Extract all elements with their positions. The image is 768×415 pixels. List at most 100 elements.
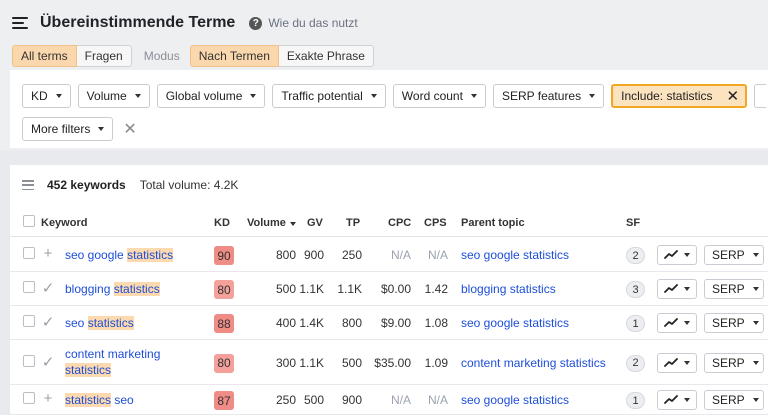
cps-value: N/A: [427, 393, 448, 407]
keyword-text: seo: [65, 316, 88, 330]
serp-dropdown[interactable]: SERP: [704, 245, 764, 265]
serp-features-filter[interactable]: SERP features: [492, 84, 605, 108]
serp-dropdown-label: SERP: [712, 282, 745, 296]
trend-dropdown[interactable]: [657, 390, 697, 410]
kd-badge: 90: [214, 246, 234, 265]
trend-dropdown[interactable]: [657, 245, 697, 265]
tab-exakte-phrase[interactable]: Exakte Phrase: [278, 45, 374, 67]
menu-icon[interactable]: [12, 17, 28, 29]
check-icon[interactable]: ✓: [41, 353, 55, 371]
sf-count-badge[interactable]: 1: [626, 392, 645, 409]
keyword-text: content marketing: [65, 347, 161, 361]
parent-topic-link[interactable]: seo google statistics: [461, 248, 569, 262]
select-all-checkbox[interactable]: [23, 215, 35, 227]
kd-filter[interactable]: KD: [22, 84, 71, 108]
kd-filter-label: KD: [31, 89, 48, 103]
tab-fragen[interactable]: Fragen: [76, 45, 132, 67]
tp-value: 800: [341, 316, 362, 330]
sf-count-badge[interactable]: 1: [626, 315, 645, 332]
close-icon[interactable]: ✕: [726, 87, 739, 105]
parent-topic-link[interactable]: blogging statistics: [461, 282, 556, 296]
chevron-down-icon: [370, 94, 377, 98]
trend-line-icon: [664, 250, 678, 259]
chevron-down-icon: [250, 94, 257, 98]
chevron-down-icon: [752, 398, 759, 402]
terms-toggle: All terms Fragen: [12, 45, 132, 67]
column-cps[interactable]: CPS: [424, 217, 447, 229]
filter-panel: KD Volume Global volume Traffic potentia…: [10, 70, 768, 148]
global-volume-filter-label: Global volume: [165, 89, 243, 103]
parent-topic-link[interactable]: seo google statistics: [461, 393, 569, 407]
column-kd[interactable]: KD: [214, 217, 230, 229]
add-icon[interactable]: +: [41, 390, 55, 407]
trend-dropdown[interactable]: [657, 279, 697, 299]
total-volume: Total volume: 4.2K: [139, 178, 239, 192]
columns-icon[interactable]: [22, 180, 34, 190]
serp-dropdown-label: SERP: [712, 393, 745, 407]
serp-dropdown-label: SERP: [712, 248, 745, 262]
serp-dropdown[interactable]: SERP: [704, 279, 764, 299]
column-keyword[interactable]: Keyword: [41, 217, 87, 229]
more-filters-button[interactable]: More filters: [22, 117, 114, 141]
check-icon[interactable]: ✓: [41, 313, 55, 331]
mode-row: All terms Fragen Modus Nach Termen Exakt…: [12, 45, 374, 67]
keyword-link[interactable]: seo google statistics: [65, 247, 195, 263]
parent-topic-link[interactable]: seo google statistics: [461, 316, 569, 330]
volume-value: 400: [275, 316, 296, 330]
sf-count-badge[interactable]: 3: [626, 281, 645, 298]
column-volume[interactable]: Volume: [247, 217, 296, 229]
overflow-filter[interactable]: [754, 84, 767, 108]
row-checkbox[interactable]: [23, 354, 35, 367]
keyword-link[interactable]: seo statistics: [65, 315, 195, 331]
traffic-potential-filter[interactable]: Traffic potential: [272, 84, 386, 108]
word-count-filter[interactable]: Word count: [392, 84, 486, 108]
sort-desc-icon: [289, 222, 296, 226]
column-sf[interactable]: SF: [626, 217, 640, 229]
chevron-down-icon: [684, 287, 690, 291]
kd-badge: 88: [214, 314, 234, 333]
row-checkbox[interactable]: [23, 247, 35, 259]
serp-dropdown[interactable]: SERP: [704, 313, 764, 333]
cpc-value: $0.00: [380, 282, 411, 296]
chevron-down-icon: [98, 127, 105, 131]
cps-value: 1.09: [424, 355, 448, 370]
serp-dropdown-label: SERP: [712, 316, 745, 330]
keyword-link[interactable]: blogging statistics: [65, 281, 195, 297]
serp-dropdown[interactable]: SERP: [704, 390, 764, 410]
tab-nach-termen[interactable]: Nach Termen: [189, 45, 279, 67]
parent-topic-link[interactable]: content marketing statistics: [461, 356, 606, 370]
include-filter[interactable]: Include: statistics ✕: [611, 84, 748, 108]
trend-dropdown[interactable]: [657, 313, 697, 333]
tab-all-terms[interactable]: All terms: [12, 45, 77, 67]
column-parent-topic[interactable]: Parent topic: [461, 217, 525, 229]
volume-filter[interactable]: Volume: [77, 84, 150, 108]
sf-count-badge[interactable]: 2: [626, 247, 645, 264]
serp-dropdown[interactable]: SERP: [704, 352, 764, 373]
sf-count-badge[interactable]: 2: [626, 354, 645, 372]
chevron-down-icon: [752, 287, 759, 291]
column-gv[interactable]: GV: [307, 217, 323, 229]
global-volume-filter[interactable]: Global volume: [156, 84, 266, 108]
column-cpc[interactable]: CPC: [388, 217, 411, 229]
results-summary: 452 keywords Total volume: 4.2K: [22, 177, 238, 193]
cpc-value: N/A: [390, 248, 411, 262]
trend-dropdown[interactable]: [657, 352, 697, 373]
volume-value: 800: [275, 248, 296, 262]
volume-value: 500: [275, 282, 296, 296]
check-icon[interactable]: ✓: [41, 279, 55, 297]
clear-filters-icon[interactable]: ✕: [123, 119, 136, 139]
tp-value: 1.1K: [337, 282, 362, 296]
kd-badge: 87: [214, 391, 234, 410]
column-tp[interactable]: TP: [346, 217, 360, 229]
add-icon[interactable]: +: [41, 245, 55, 262]
keyword-text: seo google: [65, 248, 128, 262]
help-icon[interactable]: ?: [249, 16, 263, 30]
modus-label: Modus: [143, 49, 180, 63]
row-checkbox[interactable]: [23, 392, 35, 404]
row-checkbox[interactable]: [23, 315, 35, 327]
row-checkbox[interactable]: [23, 281, 35, 293]
help-link[interactable]: Wie du das nutzt: [268, 16, 357, 30]
keyword-link[interactable]: content marketing statistics: [65, 346, 195, 378]
keyword-highlight: statistics: [65, 393, 112, 407]
keyword-link[interactable]: statistics seo: [65, 392, 195, 408]
